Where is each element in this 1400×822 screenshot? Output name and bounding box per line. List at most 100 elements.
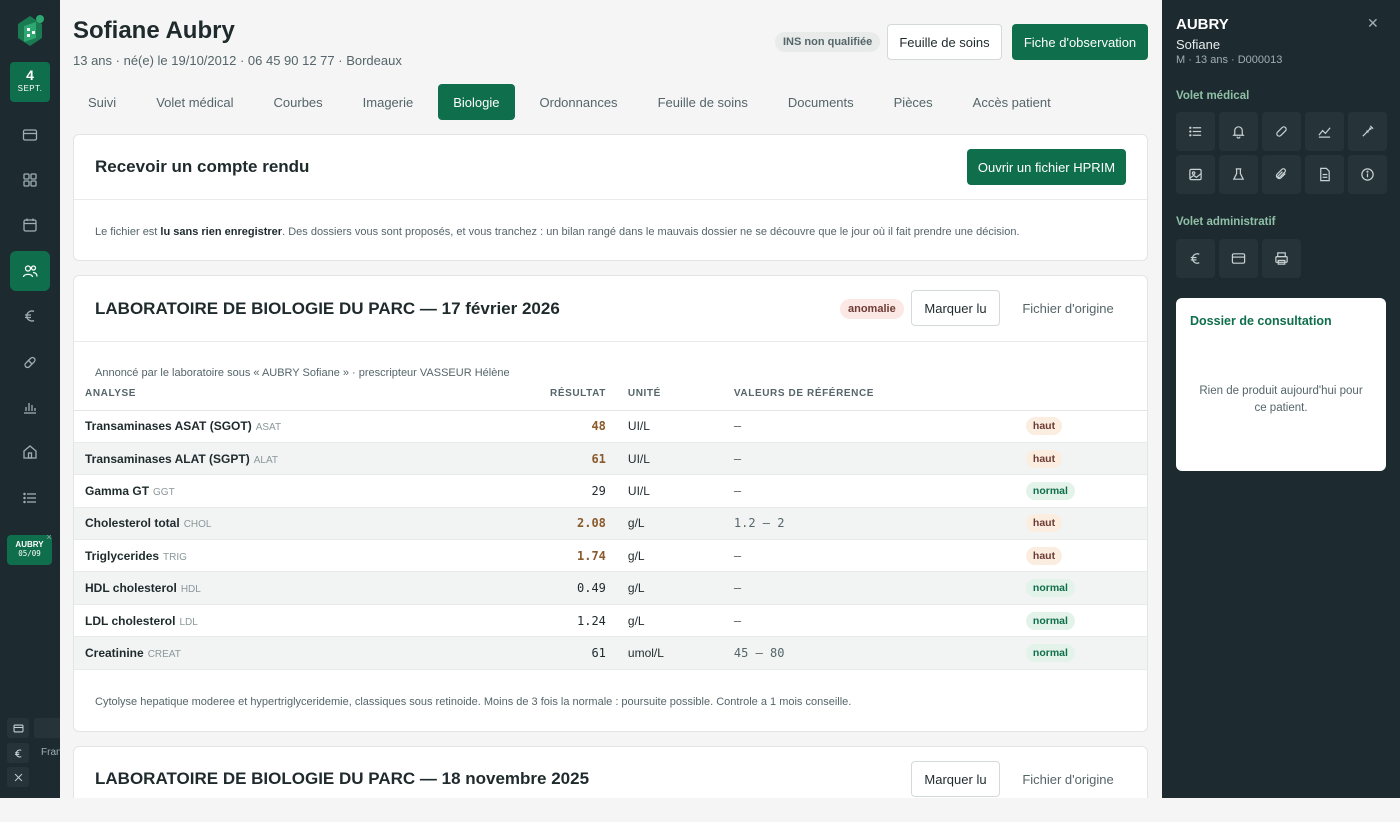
paperclip-icon[interactable] [1262, 155, 1301, 194]
reference-range: – [722, 571, 1015, 605]
mini-card-icon[interactable] [7, 718, 29, 738]
mini-euro-icon[interactable] [7, 743, 29, 763]
date-month: SEPT. [17, 84, 43, 93]
tab-imagerie[interactable]: Imagerie [348, 84, 429, 120]
result-unit: g/L [616, 539, 723, 573]
nav-stats-icon[interactable] [10, 387, 50, 427]
results-table: ANALYSE RÉSULTAT UNITÉ VALEURS DE RÉFÉRE… [74, 377, 1147, 670]
analysis-code: LDL [179, 616, 198, 628]
nav-pill-icon[interactable] [10, 342, 50, 382]
result-unit: g/L [616, 571, 723, 605]
mark-read-button[interactable]: Marquer lu [911, 290, 1000, 326]
feuille-de-soins-button[interactable]: Feuille de soins [887, 24, 1002, 60]
table-row: Creatinine CREAT 61 umol/L 45 – 80 normal [74, 636, 1147, 670]
bandage-icon[interactable] [1262, 112, 1301, 151]
flag-badge: normal [1025, 643, 1075, 662]
origin-file-button[interactable]: Fichier d'origine [1011, 290, 1125, 326]
table-row: Gamma GT GGT 29 UI/L – normal [74, 474, 1147, 508]
flag-badge: haut [1025, 514, 1063, 533]
open-patient-chip[interactable]: AUBRY 05/09 × [7, 532, 54, 565]
syringe-icon[interactable] [1348, 112, 1387, 151]
tab-suivi[interactable]: Suivi [73, 84, 131, 120]
today-date-tile[interactable]: 4 SEPT. [10, 62, 50, 102]
tab-courbes[interactable]: Courbes [259, 84, 338, 120]
analysis-name: Transaminases ASAT (SGOT) [85, 419, 252, 434]
bell-icon[interactable] [1219, 112, 1258, 151]
nav-calendar-icon[interactable] [10, 205, 50, 245]
result-unit: g/L [616, 507, 723, 541]
tab-pieces[interactable]: Pièces [879, 84, 948, 120]
receive-explanation: Le fichier est lu sans rien enregistrer.… [95, 226, 1020, 238]
volet-admin-heading: Volet administratif [1176, 216, 1276, 228]
mini-close-icon[interactable] [7, 767, 29, 787]
flask-icon[interactable] [1219, 155, 1258, 194]
analysis-code: HDL [180, 584, 201, 596]
close-icon[interactable]: ✕ [1367, 15, 1379, 32]
volet-medical-heading: Volet médical [1176, 90, 1250, 102]
table-row: Transaminases ALAT (SGPT) ALAT 61 UI/L – … [74, 442, 1147, 476]
result-unit: UI/L [616, 474, 723, 508]
tab-biologie[interactable]: Biologie [438, 84, 515, 120]
dossier-title: Dossier de consultation [1190, 314, 1332, 328]
tab-ordonnances[interactable]: Ordonnances [525, 84, 633, 120]
lab-report-card-2: LABORATOIRE DE BIOLOGIE DU PARC — 18 nov… [73, 746, 1148, 798]
nav-patients-icon[interactable] [10, 251, 50, 291]
analysis-name: Creatinine [85, 645, 144, 660]
analysis-code: ASAT [255, 422, 282, 434]
language-label[interactable]: Fran [41, 747, 62, 758]
info-icon[interactable] [1348, 155, 1387, 194]
analysis-name: LDL cholesterol [85, 613, 176, 628]
printer-icon[interactable] [1262, 239, 1301, 278]
divider [74, 341, 1147, 342]
mini-panel [34, 718, 60, 738]
report-title: LABORATOIRE DE BIOLOGIE DU PARC — 17 fév… [95, 299, 560, 318]
tab-acces-patient[interactable]: Accès patient [958, 84, 1066, 120]
flag-badge: haut [1025, 449, 1063, 468]
flag-badge: normal [1025, 579, 1075, 598]
origin-file-button[interactable]: Fichier d'origine [1011, 761, 1125, 797]
date-day: 4 [26, 67, 34, 83]
analysis-name: Cholesterol total [85, 516, 180, 531]
euro-icon[interactable] [1176, 239, 1215, 278]
nav-dashboard-icon[interactable] [10, 160, 50, 200]
open-hprim-button[interactable]: Ouvrir un fichier HPRIM [967, 149, 1126, 185]
analysis-name: Transaminases ALAT (SGPT) [85, 451, 250, 466]
result-value: 1.24 [539, 604, 617, 638]
nav-building-icon[interactable] [10, 432, 50, 472]
close-chip-icon[interactable]: × [44, 532, 54, 542]
card-icon[interactable] [1219, 239, 1258, 278]
tab-documents[interactable]: Documents [773, 84, 869, 120]
reference-range: – [722, 442, 1015, 476]
analysis-code: GGT [153, 486, 175, 498]
chart-line-icon[interactable] [1305, 112, 1344, 151]
table-row: LDL cholesterol LDL 1.24 g/L – normal [74, 604, 1147, 638]
anomaly-badge: anomalie [840, 299, 904, 319]
image-icon[interactable] [1176, 155, 1215, 194]
col-unite: UNITÉ [616, 377, 723, 411]
side-meta: M · 13 ans · D000013 [1176, 54, 1283, 66]
reference-range: – [722, 474, 1015, 508]
mark-read-button[interactable]: Marquer lu [911, 761, 1000, 797]
list-icon[interactable] [1176, 112, 1215, 151]
nav-list-icon[interactable] [10, 478, 50, 518]
fiche-observation-button[interactable]: Fiche d'observation [1012, 24, 1148, 60]
document-icon[interactable] [1305, 155, 1344, 194]
analysis-code: TRIG [163, 551, 187, 563]
app-logo-icon[interactable] [12, 12, 48, 48]
tab-volet-medical[interactable]: Volet médical [141, 84, 248, 120]
tab-feuille-de-soins[interactable]: Feuille de soins [643, 84, 763, 120]
analysis-code: CREAT [147, 648, 181, 660]
nav-card-icon[interactable] [10, 115, 50, 155]
analysis-name: Triglycerides [85, 548, 160, 563]
report-comment: Cytolyse hepatique moderee et hypertrigl… [95, 696, 852, 708]
nav-euro-icon[interactable] [10, 296, 50, 336]
flag-badge: haut [1025, 546, 1063, 565]
divider [74, 199, 1147, 200]
reference-range: 1.2 – 2 [722, 507, 1015, 541]
reference-range: – [722, 410, 1015, 443]
receive-title: Recevoir un compte rendu [95, 157, 310, 176]
result-unit: umol/L [616, 636, 723, 670]
reference-range: – [722, 539, 1015, 573]
result-value: 29 [539, 474, 617, 508]
report-title: LABORATOIRE DE BIOLOGIE DU PARC — 18 nov… [95, 769, 590, 788]
